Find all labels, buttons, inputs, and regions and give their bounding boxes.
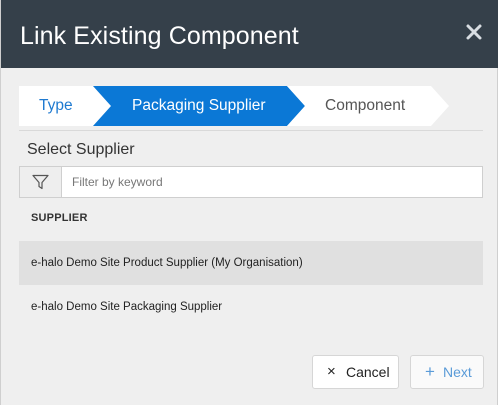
wizard-step-packaging-supplier[interactable]: Packaging Supplier [132, 86, 266, 126]
plus-icon: + [425, 362, 435, 381]
table-row[interactable]: e-halo Demo Site Product Supplier (My Or… [19, 241, 483, 285]
section-title: Select Supplier [27, 141, 135, 158]
dialog-title: Link Existing Component [20, 22, 299, 50]
close-icon [466, 24, 482, 40]
table-row[interactable]: e-halo Demo Site Packaging Supplier [19, 285, 483, 329]
supplier-name: e-halo Demo Site Packaging Supplier [31, 301, 223, 313]
supplier-name: e-halo Demo Site Product Supplier (My Or… [31, 257, 303, 269]
filter-icon [32, 174, 49, 190]
filter-button[interactable] [20, 167, 62, 197]
supplier-column-header[interactable]: SUPPLIER [31, 212, 88, 224]
cancel-button[interactable]: × Cancel [312, 355, 399, 389]
wizard-step-component[interactable]: Component [325, 86, 405, 126]
next-label: Next [443, 364, 472, 380]
cancel-label: Cancel [346, 364, 390, 380]
close-icon: × [327, 363, 336, 380]
link-component-dialog: Link Existing Component Type Packaging S… [0, 0, 498, 405]
wizard-step-type[interactable]: Type [39, 86, 73, 126]
next-button[interactable]: + Next [410, 355, 484, 389]
filter-input[interactable] [62, 167, 480, 197]
close-button[interactable] [465, 22, 483, 42]
wizard-steps: Type Packaging Supplier Component [19, 86, 483, 126]
filter-bar [19, 166, 483, 198]
dialog-header: Link Existing Component [1, 0, 498, 68]
section-divider [19, 130, 483, 131]
